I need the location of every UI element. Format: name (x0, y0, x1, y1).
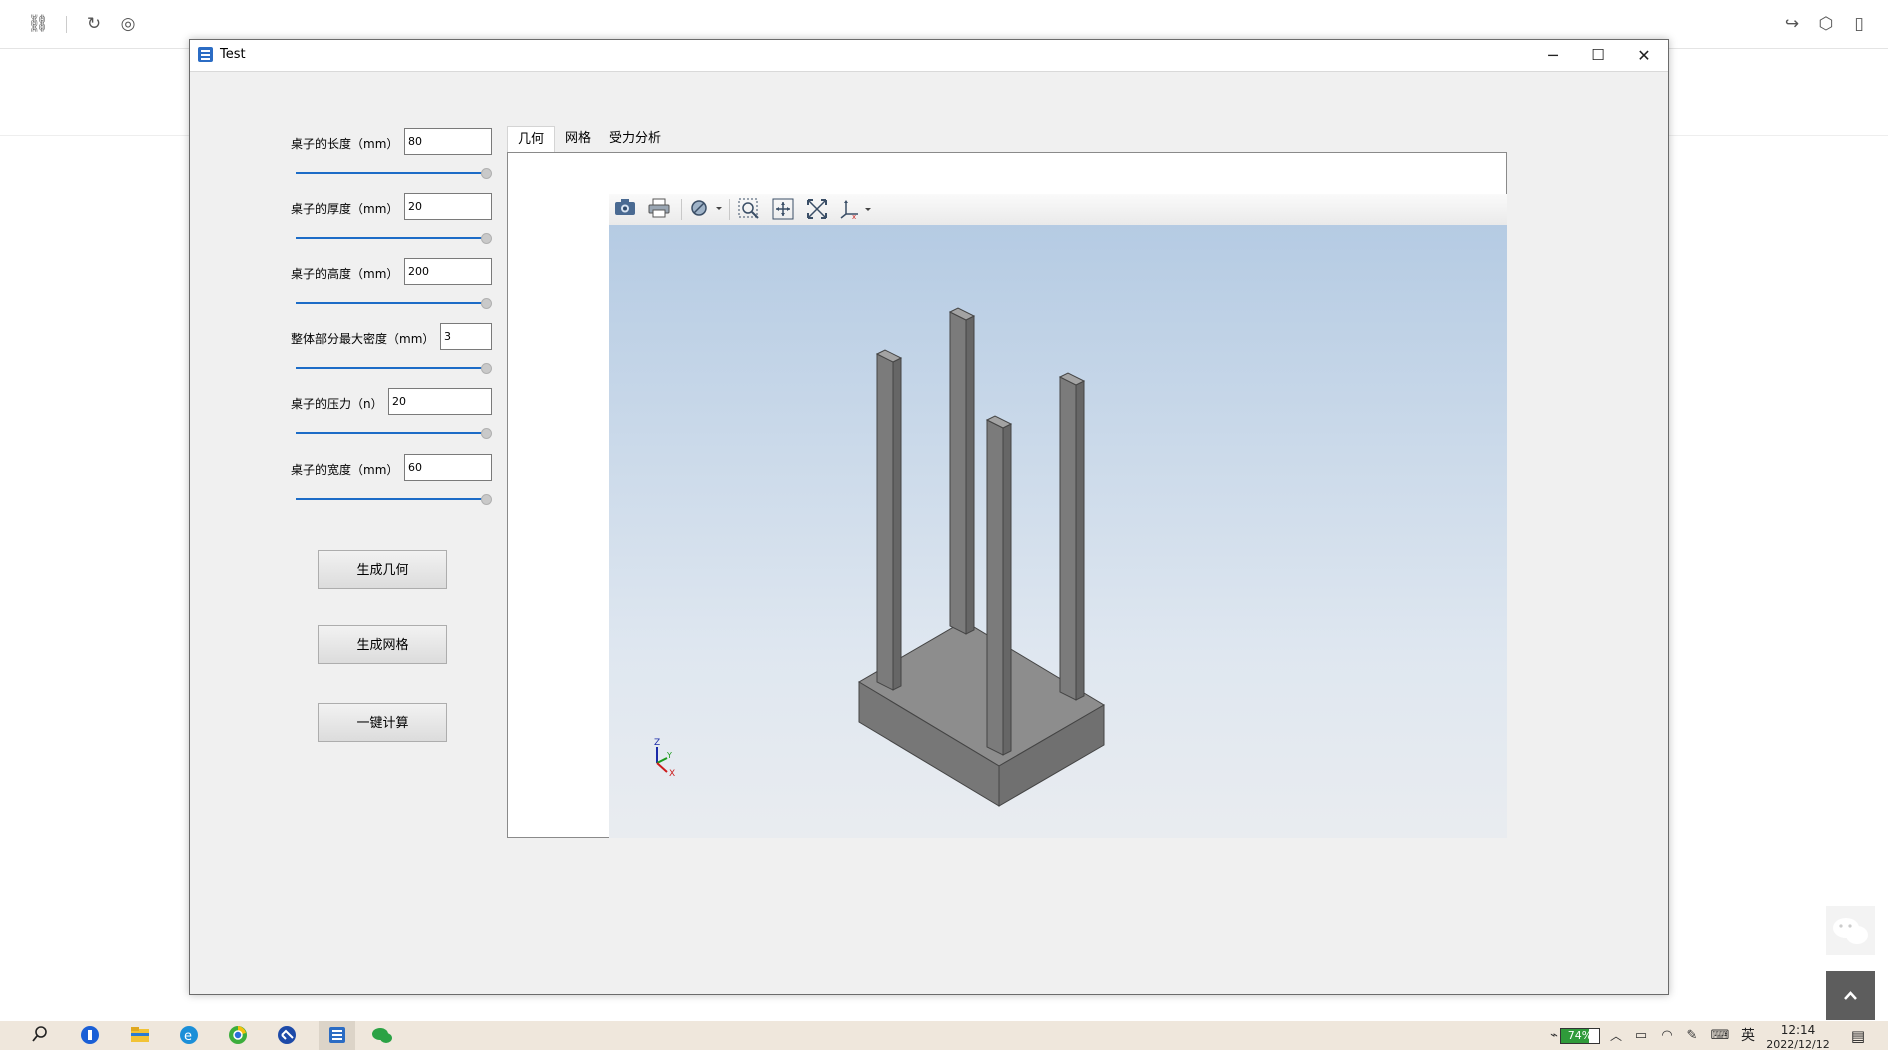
title-bar: Test ─ ☐ ✕ (190, 40, 1668, 72)
tab-panel: x Z Y X (507, 152, 1507, 838)
chrome-icon[interactable] (227, 1025, 249, 1047)
length-input[interactable]: 80 (404, 128, 492, 155)
back-to-top-button[interactable] (1826, 971, 1875, 1020)
test-app-icon[interactable] (326, 1025, 348, 1047)
axis-x-label: X (669, 769, 675, 779)
minimize-button[interactable]: ─ (1530, 40, 1576, 71)
post-front-front-face (986, 419, 1004, 756)
print-icon[interactable] (646, 198, 672, 222)
svg-text:e: e (184, 1029, 192, 1044)
clock-time[interactable]: 12:14 (1773, 1023, 1823, 1037)
maximize-button[interactable]: ☐ (1575, 40, 1621, 71)
width-slider[interactable] (296, 498, 487, 500)
window-title: Test (220, 47, 246, 62)
compute-button[interactable]: 一键计算 (318, 703, 447, 742)
toolbar-divider (681, 199, 682, 220)
keyboard-icon[interactable]: ⌨ (1709, 1025, 1731, 1047)
pressure-input[interactable]: 20 (388, 388, 492, 415)
height-slider[interactable] (296, 302, 487, 304)
cube-icon[interactable]: ⬡ (1815, 13, 1837, 35)
post-right-front-face (1059, 376, 1077, 701)
battery-indicator[interactable]: 74% (1560, 1028, 1600, 1044)
toolbar-divider (729, 199, 730, 220)
file-explorer-icon[interactable] (129, 1025, 151, 1047)
post-back-side-face (965, 315, 975, 635)
tab-geometry[interactable]: 几何 (507, 126, 555, 153)
ime-indicator[interactable]: 英 (1737, 1025, 1759, 1047)
density-input[interactable]: 3 (440, 323, 492, 350)
density-slider-handle[interactable] (481, 363, 492, 374)
axis-z-label: Z (654, 738, 660, 748)
notification-icon[interactable]: ▤ (1847, 1025, 1869, 1047)
pen-icon[interactable]: ✎ (1681, 1025, 1703, 1047)
svg-text:x: x (852, 213, 856, 220)
pressure-slider[interactable] (296, 432, 487, 434)
chevron-up-icon (1844, 991, 1857, 1000)
zoom-box-icon[interactable] (736, 198, 762, 222)
wifi-icon[interactable]: ◠ (1656, 1025, 1678, 1047)
divider (66, 16, 67, 33)
post-back-front-face (949, 311, 967, 635)
app-blue-icon[interactable] (79, 1025, 101, 1047)
param-label-pressure: 桌子的压力（n） (291, 397, 383, 411)
display-mode-dropdown[interactable] (689, 198, 723, 222)
width-slider-handle[interactable] (481, 494, 492, 505)
generate-mesh-button[interactable]: 生成网格 (318, 625, 447, 664)
param-label-width: 桌子的宽度（mm） (291, 463, 399, 477)
chevron-up-tray-icon[interactable]: ︿ (1605, 1025, 1627, 1047)
link-icon[interactable]: ⛓ (27, 13, 49, 35)
param-label-density: 整体部分最大密度（mm） (291, 332, 435, 346)
density-slider[interactable] (296, 367, 487, 369)
viewer-canvas[interactable]: Z Y X (609, 225, 1507, 838)
network-icon[interactable]: ▭ (1630, 1025, 1652, 1047)
param-label-thickness: 桌子的厚度（mm） (291, 202, 399, 216)
thickness-slider-handle[interactable] (481, 233, 492, 244)
viewer-toolbar: x (609, 194, 1507, 226)
pressure-slider-handle[interactable] (481, 428, 492, 439)
height-input[interactable]: 200 (404, 258, 492, 285)
axis-triad: Z Y X (654, 738, 675, 779)
globe-icon[interactable]: ◎ (117, 13, 139, 35)
edge-browser-icon[interactable]: e (178, 1025, 200, 1047)
taskbar: e ⌁ 74% ︿ ▭ ◠ ✎ ⌨ 英 12:14 2022/12/12 ▤ (0, 1021, 1888, 1050)
post-left-side-face (892, 357, 902, 691)
zoom-fit-icon[interactable] (804, 198, 830, 222)
post-right-side-face (1075, 380, 1085, 701)
axis-y-label: Y (666, 751, 672, 760)
generate-geometry-button[interactable]: 生成几何 (318, 550, 447, 589)
param-label-length: 桌子的长度（mm） (291, 137, 399, 151)
fit-all-icon[interactable] (770, 198, 796, 222)
wechat-share-button[interactable] (1826, 906, 1875, 955)
length-slider-handle[interactable] (481, 168, 492, 179)
search-icon[interactable] (29, 1025, 51, 1047)
3d-viewer[interactable]: x Z Y X (609, 194, 1507, 838)
clock-date[interactable]: 2022/12/12 (1765, 1038, 1831, 1050)
share-icon[interactable]: ↪ (1781, 13, 1803, 35)
post-left-front-face (876, 353, 894, 691)
tab-mesh[interactable]: 网格 (556, 126, 600, 152)
document-icon[interactable]: ▯ (1848, 13, 1870, 35)
view-orientation-dropdown[interactable]: x (838, 198, 872, 222)
post-front-side-face (1002, 423, 1012, 756)
wechat-icon (1833, 918, 1868, 944)
visual-studio-icon[interactable] (276, 1025, 298, 1047)
width-input[interactable]: 60 (404, 454, 492, 481)
close-button[interactable]: ✕ (1621, 40, 1667, 71)
camera-icon[interactable] (612, 198, 638, 222)
length-slider[interactable] (296, 172, 487, 174)
refresh-icon[interactable]: ↻ (83, 13, 105, 35)
param-label-height: 桌子的高度（mm） (291, 267, 399, 281)
wechat-taskbar-icon[interactable] (371, 1025, 393, 1047)
thickness-slider[interactable] (296, 237, 487, 239)
height-slider-handle[interactable] (481, 298, 492, 309)
app-icon (198, 47, 213, 62)
app-window: Test ─ ☐ ✕ 桌子的长度（mm） 80 桌子的厚度（mm） 20 桌子的… (189, 39, 1669, 995)
table-model: Z Y X (654, 307, 1105, 807)
battery-level: 74% (1567, 1029, 1593, 1042)
tab-force-analysis[interactable]: 受力分析 (601, 126, 669, 152)
thickness-input[interactable]: 20 (404, 193, 492, 220)
